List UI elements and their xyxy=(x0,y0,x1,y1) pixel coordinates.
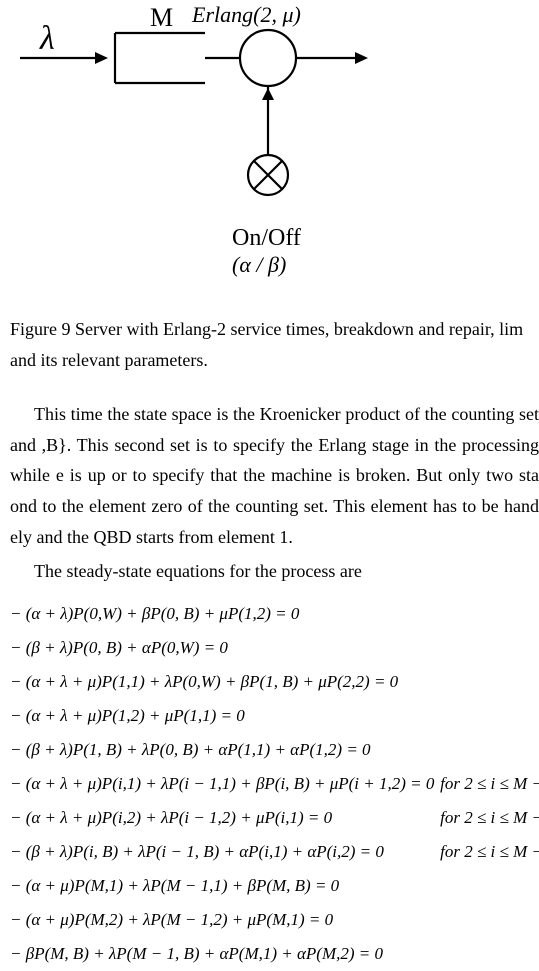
equation-text: − (α + λ + μ)P(1,1) + λP(0,W) + βP(1, B)… xyxy=(10,672,398,691)
equation-row: − (α + λ)P(0,W) + βP(0, B) + μP(1,2) = 0 xyxy=(10,597,539,631)
equation-condition: for 2 ≤ i ≤ M − xyxy=(440,801,539,835)
diagram-svg xyxy=(0,0,420,290)
equation-row: − (α + λ + μ)P(i,2) + λP(i − 1,2) + μP(i… xyxy=(10,801,539,835)
equation-text: − (β + λ)P(0, B) + αP(0,W) = 0 xyxy=(10,638,228,657)
equation-row: − (β + λ)P(0, B) + αP(0,W) = 0 xyxy=(10,631,539,665)
queueing-diagram: λ M Erlang(2, μ) On/Off (α / β) xyxy=(0,0,539,290)
equation-text: − (α + λ)P(0,W) + βP(0, B) + μP(1,2) = 0 xyxy=(10,604,299,623)
equation-text: − (α + μ)P(M,2) + λP(M − 1,2) + μP(M,1) … xyxy=(10,910,333,929)
equation-row: − (α + μ)P(M,2) + λP(M − 1,2) + μP(M,1) … xyxy=(10,903,539,937)
paragraph-2: The steady-state equations for the proce… xyxy=(0,556,539,587)
equation-row: − (β + λ)P(i, B) + λP(i − 1, B) + αP(i,1… xyxy=(10,835,539,869)
equation-text: − (α + μ)P(M,1) + λP(M − 1,1) + βP(M, B)… xyxy=(10,876,339,895)
buffer-label: M xyxy=(150,3,173,33)
equation-row: − (α + λ + μ)P(1,2) + μP(1,1) = 0 xyxy=(10,699,539,733)
figure-caption: Figure 9 Server with Erlang-2 service ti… xyxy=(0,314,539,375)
equation-condition: for 2 ≤ i ≤ M − xyxy=(440,835,539,869)
equation-row: − (α + λ + μ)P(i,1) + λP(i − 1,1) + βP(i… xyxy=(10,767,539,801)
equation-condition: for 2 ≤ i ≤ M − xyxy=(440,767,539,801)
alpha-beta-label: (α / β) xyxy=(232,252,286,278)
onoff-label: On/Off xyxy=(232,225,301,252)
equation-row: − (α + λ + μ)P(1,1) + λP(0,W) + βP(1, B)… xyxy=(10,665,539,699)
equation-row: − (β + λ)P(1, B) + λP(0, B) + αP(1,1) + … xyxy=(10,733,539,767)
equations-block: − (α + λ)P(0,W) + βP(0, B) + μP(1,2) = 0… xyxy=(0,597,539,971)
equation-row: − (α + μ)P(M,1) + λP(M − 1,1) + βP(M, B)… xyxy=(10,869,539,903)
equation-text: − βP(M, B) + λP(M − 1, B) + αP(M,1) + αP… xyxy=(10,944,383,963)
service-label: Erlang(2, μ) xyxy=(192,2,301,28)
equation-text: − (α + λ + μ)P(i,2) + λP(i − 1,2) + μP(i… xyxy=(10,808,332,827)
paragraph-1: This time the state space is the Kroenic… xyxy=(0,399,539,552)
equation-text: − (α + λ + μ)P(i,1) + λP(i − 1,1) + βP(i… xyxy=(10,774,434,793)
equation-text: − (β + λ)P(1, B) + λP(0, B) + αP(1,1) + … xyxy=(10,740,371,759)
equation-text: − (β + λ)P(i, B) + λP(i − 1, B) + αP(i,1… xyxy=(10,842,384,861)
equation-text: − (α + λ + μ)P(1,2) + μP(1,1) = 0 xyxy=(10,706,245,725)
lambda-label: λ xyxy=(40,20,55,58)
